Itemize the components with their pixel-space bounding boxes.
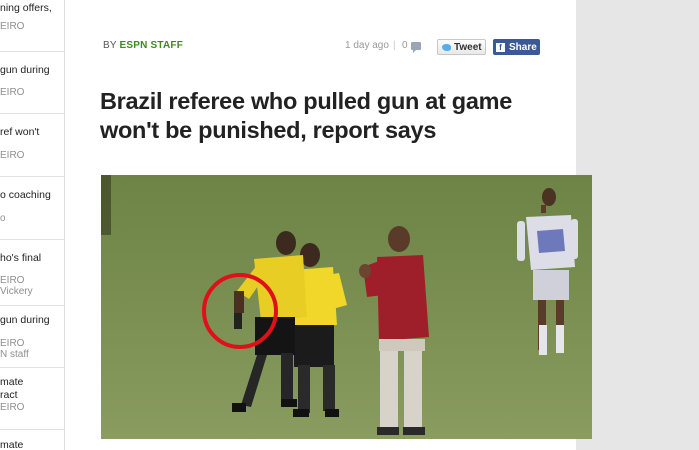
tweet-label: Tweet xyxy=(454,41,482,53)
sidebar-story-meta: EIRO xyxy=(0,21,25,32)
article-headline: Brazil referee who pulled gun at game wo… xyxy=(100,88,512,143)
sidebar-story-title: gun during xyxy=(0,314,50,326)
timestamp: 1 day ago xyxy=(345,40,389,51)
comment-icon xyxy=(410,41,421,53)
sidebar-story-meta: EIRO xyxy=(0,402,25,413)
author-link[interactable]: ESPN STAFF xyxy=(120,40,183,51)
sidebar-story-title: mate xyxy=(0,376,24,388)
sidebar-story[interactable]: ning offers, EIRO xyxy=(0,0,64,52)
sidebar-story-title: gun during xyxy=(0,64,50,76)
byline-prefix: BY xyxy=(103,40,117,51)
sidebar-story[interactable]: mate ract EIRO xyxy=(0,368,64,430)
sidebar-story[interactable]: ref won't EIRO xyxy=(0,114,64,177)
sidebar-story[interactable]: o coaching o xyxy=(0,177,64,240)
sidebar-story-meta: o xyxy=(0,213,6,224)
twitter-bird-icon xyxy=(442,43,451,51)
sidebar-story-title: ref won't xyxy=(0,126,40,138)
comments-link[interactable]: 0 xyxy=(402,40,421,53)
right-gutter xyxy=(576,0,699,450)
facebook-icon: f xyxy=(496,42,505,52)
sidebar-story-author: Vickery xyxy=(0,286,33,297)
tweet-button[interactable]: Tweet xyxy=(437,39,486,55)
sidebar-story[interactable]: gun during EIRO xyxy=(0,52,64,114)
article-lead-image[interactable] xyxy=(101,175,592,439)
sidebar-story-title: o coaching xyxy=(0,189,51,201)
sidebar-story-title-line2: ract xyxy=(0,389,18,401)
sidebar-story[interactable]: mate xyxy=(0,430,64,450)
sidebar-story[interactable]: ho's final EIRO Vickery xyxy=(0,240,64,306)
referee-scene-illustration xyxy=(101,175,592,439)
comment-count: 0 xyxy=(402,40,408,51)
sidebar-story-author: N staff xyxy=(0,349,29,360)
sidebar-story-title: mate xyxy=(0,439,24,450)
sidebar-story[interactable]: gun during EIRO N staff xyxy=(0,306,64,368)
sidebar-story-title: ho's final xyxy=(0,252,42,264)
related-stories-sidebar: ning offers, EIRO gun during EIRO ref wo… xyxy=(0,0,65,450)
sidebar-story-meta: EIRO xyxy=(0,338,25,349)
facebook-share-button[interactable]: f Share xyxy=(493,39,540,55)
sidebar-story-meta: EIRO xyxy=(0,87,25,98)
meta-divider: | xyxy=(393,40,396,51)
byline: BY ESPN STAFF xyxy=(103,40,183,51)
sidebar-story-title: ning offers, xyxy=(0,2,52,14)
share-label: Share xyxy=(509,41,537,53)
sidebar-story-meta: EIRO xyxy=(0,275,25,286)
sidebar-story-meta: EIRO xyxy=(0,150,25,161)
